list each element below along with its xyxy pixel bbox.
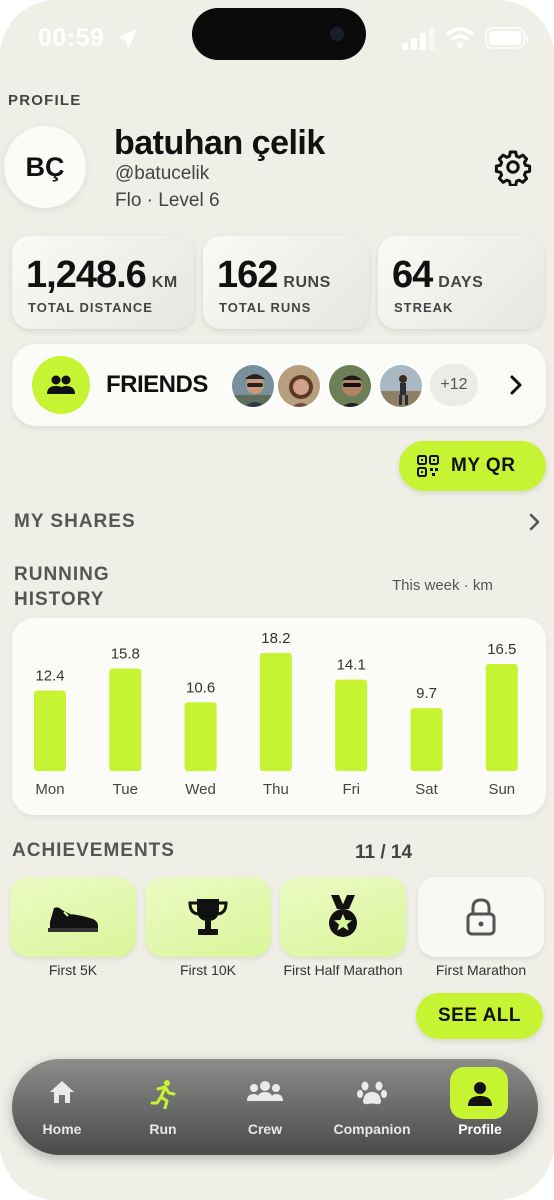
people-icon [32,356,90,414]
chart-bar-tue [109,668,142,771]
chart-data-label: 10.6 [186,679,215,696]
achievement-label: First 5K [48,962,98,978]
chevron-right-icon [510,375,522,395]
status-time: 00:59 [38,24,105,52]
tab-companion[interactable]: Companion [324,1059,420,1155]
tab-run[interactable]: Run [115,1059,211,1155]
friend-avatar [327,363,373,409]
friend-avatar [276,363,322,409]
dynamic-island [192,8,366,60]
friend-avatar [378,363,424,409]
chart-data-label: 14.1 [337,657,366,674]
chart-data-label: 12.4 [35,668,64,685]
user-handle: @batucelik [115,163,210,184]
stat-card-distance: 1,248.6 KM TOTAL DISTANCE [12,236,194,329]
stat-value: 1,248.6 [26,254,147,296]
medal-icon [329,895,357,937]
avatar[interactable]: BÇ [4,126,86,208]
location-arrow-icon [117,29,137,49]
chart-category-label: Mon [35,781,64,798]
section-label: PROFILE [8,92,82,109]
chart-category-label: Thu [263,781,289,798]
friends-label: FRIENDS [106,371,208,398]
achievements-title: ACHIEVEMENTS [12,840,175,861]
cellular-signal-icon [402,28,435,50]
achievements-count: 11 / 14 [355,842,413,863]
chart-bar-wed [184,702,217,771]
chart-bar-fri [335,679,368,771]
stat-unit: DAYS [438,274,484,291]
stat-value: 64 [392,254,433,296]
my-qr-label: MY QR [451,455,516,476]
crew-icon [247,1081,283,1101]
lock-icon [466,898,496,936]
chart-category-label: Sun [488,781,515,798]
achievement-badge[interactable] [10,877,136,957]
home-icon [50,1081,74,1103]
chart-category-label: Sat [415,781,438,798]
achievement-badge-locked[interactable] [418,877,544,957]
tab-label: Home [42,1121,82,1137]
chart-category-label: Wed [185,781,216,798]
friends-row[interactable]: FRIENDS +12 [12,344,546,426]
achievement-badge[interactable] [145,877,271,957]
battery-icon [485,27,529,49]
running-history-chart: 12.4 Mon 15.8 Tue 10.6 Wed 18.2 Thu 14.1 Fri 9.7 Sa… [12,618,546,815]
paw-icon [357,1081,387,1105]
chart-bar-sun [485,664,518,771]
chart-bar-mon [34,690,66,771]
running-shoe-icon [48,907,98,932]
running-history-title: RUNNING HISTORY [14,564,110,610]
tab-label: Profile [458,1121,502,1137]
chart-data-label: 15.8 [111,646,140,663]
stat-unit: KM [151,274,178,291]
tab-label: Crew [247,1121,283,1137]
chart-bar-sat [410,708,443,771]
see-all-button[interactable]: SEE ALL [416,993,543,1039]
stat-label: STREAK [394,300,454,315]
tab-bar: Home Run Crew Companion Profile [12,1059,538,1155]
friend-avatar [230,363,276,409]
achievement-label: First 10K [179,962,236,978]
chevron-right-icon[interactable] [528,512,542,532]
my-shares-link[interactable]: MY SHARES [14,511,136,533]
stat-card-streak: 64 DAYS STREAK [378,236,544,329]
chart-bar-thu [259,653,292,771]
achievement-label: First Half Marathon [283,962,403,978]
person-icon [468,1082,492,1106]
chart-data-label: 9.7 [416,685,437,702]
more-friends-count[interactable]: +12 [430,364,478,406]
stat-card-runs: 162 RUNS TOTAL RUNS [203,236,369,329]
stat-label: TOTAL DISTANCE [28,300,153,315]
wifi-icon [446,27,474,48]
qr-code-icon [417,455,439,477]
tab-crew[interactable]: Crew [217,1059,313,1155]
gear-icon[interactable] [494,148,532,186]
achievement-label: First Marathon [435,962,527,978]
avatar-initials: BÇ [25,151,65,182]
user-level: Flo · Level 6 [115,190,220,211]
tab-profile[interactable]: Profile [432,1059,528,1155]
chart-data-label: 16.5 [487,641,516,658]
chart-category-label: Tue [113,781,138,798]
stat-label: TOTAL RUNS [219,300,312,315]
stat-unit: RUNS [283,274,331,291]
chart-category-label: Fri [342,781,360,798]
bar-chart: 12.4 Mon 15.8 Tue 10.6 Wed 18.2 Thu 14.1 Fri 9.7 Sa… [34,630,518,798]
achievement-badge[interactable] [280,877,406,957]
tab-home[interactable]: Home [14,1059,110,1155]
trophy-icon [188,899,228,935]
stat-value: 162 [217,254,278,296]
tab-label: Companion [333,1121,411,1137]
user-name: batuhan çelik [114,124,325,162]
tab-label: Run [149,1121,177,1137]
runner-icon [150,1080,176,1109]
phone-screen: 00:59 PROFILE BÇ batuhan çelik @batuceli… [0,0,554,1200]
chart-data-label: 18.2 [261,630,290,647]
my-qr-button[interactable]: MY QR [399,441,546,491]
status-bar: 00:59 [0,0,554,80]
running-history-subtitle: This week · km [392,577,493,594]
